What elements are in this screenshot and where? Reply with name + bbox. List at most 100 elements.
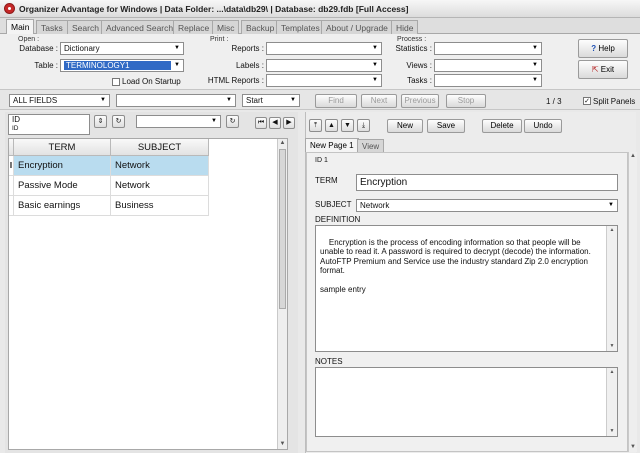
refresh-icon[interactable]: ↻ [112,115,125,128]
tab-search[interactable]: Search [67,20,104,34]
database-label: Database : [19,44,58,53]
scroll-up-icon[interactable]: ▲ [278,139,287,148]
first-record-icon[interactable]: ⏮ [255,117,267,129]
app-icon [4,3,15,14]
last-page-icon[interactable]: ⤓ [357,119,370,132]
delete-button[interactable]: Delete [482,119,522,133]
database-select[interactable]: Dictionary ▼ [60,42,184,55]
tab-hide[interactable]: Hide [391,20,419,34]
table-cell-term[interactable]: Passive Mode [14,176,111,196]
sort-order-icon[interactable]: ⇕ [94,115,107,128]
stop-button[interactable]: Stop [446,94,486,108]
table-cell-subject[interactable]: Network [111,176,209,196]
move-down-icon[interactable]: ▼ [341,119,354,132]
print-group-caption: Print : [210,36,229,43]
search-field-select[interactable]: ALL FIELDS ▼ [9,94,110,107]
notes-label: NOTES [315,357,343,366]
chevron-down-icon: ▼ [608,202,614,208]
help-icon: ? [591,44,597,53]
process-group-caption: Process : [397,36,427,43]
tab-advanced-search[interactable]: Advanced Search [101,20,179,34]
search-mode-value: Start [246,96,263,105]
views-label: Views : [406,61,432,70]
filter-select[interactable]: ▼ [136,115,221,128]
table-cell-subject[interactable]: Network [111,156,209,176]
save-button[interactable]: Save [427,119,465,133]
tab-misc[interactable]: Misc [212,20,240,34]
chevron-down-icon: ▼ [372,45,378,51]
column-header-subject[interactable]: SUBJECT [111,139,209,156]
table-select[interactable]: TERMINOLOGY1 ▼ [60,59,184,72]
tab-templates[interactable]: Templates [276,20,325,34]
sort-field-subvalue: ID [12,125,19,132]
next-record-icon[interactable]: ▶ [283,117,295,129]
tab-new-page-1[interactable]: New Page 1 [305,138,359,152]
term-field[interactable]: Encryption [356,174,618,191]
tab-backup[interactable]: Backup [241,20,280,34]
tab-replace[interactable]: Replace [173,20,215,34]
exit-icon: ⇱ [591,65,599,74]
grid-scrollbar-thumb[interactable] [279,149,286,309]
grid-scrollbar[interactable]: ▲ ▼ [277,139,287,449]
definition-text: Encryption is the process of encoding in… [320,237,591,295]
database-select-value: Dictionary [64,44,100,53]
sort-field-value: ID [12,115,20,124]
scroll-down-icon[interactable]: ▼ [607,427,617,436]
reports-select[interactable]: ▼ [266,42,382,55]
search-text-input[interactable]: ▼ [116,94,236,107]
definition-scrollbar[interactable]: ▲ ▼ [606,226,617,351]
tab-view[interactable]: View [357,139,385,152]
title-bar: Organizer Advantage for Windows | Data F… [0,0,640,18]
scroll-up-icon[interactable]: ▲ [607,226,617,235]
next-button[interactable]: Next [361,94,397,108]
window-title: Organizer Advantage for Windows | Data F… [19,4,409,14]
subject-select[interactable]: Network ▼ [356,199,618,212]
sort-field-box[interactable]: ID ID [8,114,90,135]
main-tool-panel: Open : Database : Dictionary ▼ Table : T… [0,34,640,90]
html-reports-select[interactable]: ▼ [266,74,382,87]
load-on-startup-checkbox[interactable] [112,78,120,86]
chevron-down-icon: ▼ [100,97,106,103]
scroll-up-icon[interactable]: ▲ [607,368,617,377]
labels-label: Labels : [235,61,264,70]
help-button-label: Help [598,44,615,53]
statistics-label: Statistics : [395,44,432,53]
labels-select[interactable]: ▼ [266,59,382,72]
definition-field[interactable]: Encryption is the process of encoding in… [315,225,618,352]
scroll-down-icon[interactable]: ▼ [278,440,287,449]
notes-field[interactable]: ▲ ▼ [315,367,618,437]
term-label: TERM [315,176,338,185]
refresh-icon[interactable]: ↻ [226,115,239,128]
table-cell-term[interactable]: Encryption [14,156,111,176]
scroll-down-icon[interactable]: ▼ [607,342,617,351]
exit-button[interactable]: ⇱ Exit [578,60,628,79]
record-panel-scrollbar[interactable]: ▲ ▼ [628,152,637,452]
table-cell-subject[interactable]: Business [111,196,209,216]
chevron-down-icon: ▼ [372,77,378,83]
tab-tasks[interactable]: Tasks [36,20,68,34]
scroll-up-icon[interactable]: ▲ [629,152,637,161]
move-up-icon[interactable]: ▲ [325,119,338,132]
tab-about-upgrade[interactable]: About / Upgrade [321,20,393,34]
chevron-down-icon: ▼ [226,97,232,103]
html-reports-label: HTML Reports : [207,76,264,85]
search-mode-select[interactable]: Start ▼ [242,94,300,107]
find-button[interactable]: Find [315,94,357,108]
column-header-term[interactable]: TERM [14,139,111,156]
tab-main[interactable]: Main [6,19,35,35]
undo-button[interactable]: Undo [524,119,562,133]
reports-label: Reports : [231,44,264,53]
notes-scrollbar[interactable]: ▲ ▼ [606,368,617,436]
table-label: Table : [34,61,58,70]
previous-button[interactable]: Previous [401,94,439,108]
table-cell-term[interactable]: Basic earnings [14,196,111,216]
previous-record-icon[interactable]: ◀ [269,117,281,129]
tasks-select[interactable]: ▼ [434,74,542,87]
help-button[interactable]: ? Help [578,39,628,58]
split-panels-checkbox[interactable]: ✓ [583,97,591,105]
statistics-select[interactable]: ▼ [434,42,542,55]
views-select[interactable]: ▼ [434,59,542,72]
scroll-down-icon[interactable]: ▼ [629,443,637,452]
new-button[interactable]: New [387,119,423,133]
first-page-icon[interactable]: ⤒ [309,119,322,132]
